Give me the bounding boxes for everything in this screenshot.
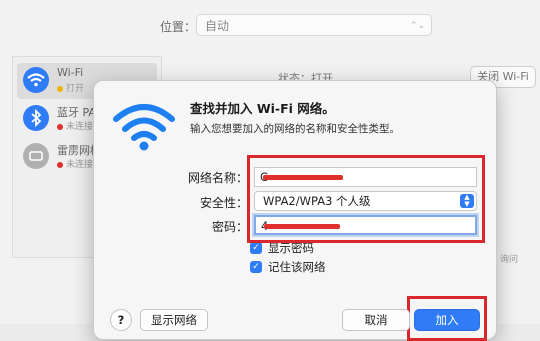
- remember-network-checkbox-row[interactable]: ✓ 记住该网络: [250, 259, 326, 275]
- checkmark-icon[interactable]: ✓: [250, 261, 262, 273]
- location-value: 自动: [205, 19, 230, 33]
- dialog-title: 查找并加入 Wi-Fi 网络。: [190, 101, 335, 116]
- network-name-label: 网络名称：: [187, 171, 248, 185]
- remember-network-label: 记住该网络: [268, 260, 326, 274]
- sidebar-item-status: 未连接: [57, 157, 93, 170]
- join-button[interactable]: 加入: [414, 309, 480, 331]
- help-button[interactable]: ?: [110, 309, 132, 331]
- sidebar-item-status: 打开: [57, 81, 84, 94]
- location-select[interactable]: 自动 ⌃⌄: [196, 14, 432, 36]
- dialog-subtitle: 输入您想要加入的网络的名称和安全性类型。: [190, 123, 400, 135]
- sidebar-item-name: Wi-Fi: [57, 66, 84, 79]
- bluetooth-icon: [23, 105, 49, 131]
- status-dot-icon: [57, 161, 63, 168]
- location-label: 位置：: [160, 20, 197, 34]
- chevron-updown-icon: ⌃⌄: [409, 21, 425, 31]
- wifi-icon: [112, 99, 176, 155]
- ask-text: 询问: [500, 255, 519, 265]
- cancel-button[interactable]: 取消: [342, 309, 410, 331]
- sidebar-item-status: 未连接: [57, 119, 93, 132]
- status-dot-icon: [57, 85, 63, 92]
- security-label: 安全性：: [199, 196, 248, 210]
- wifi-icon: [23, 67, 49, 93]
- checkmark-icon[interactable]: ✓: [250, 242, 262, 254]
- join-wifi-dialog: 查找并加入 Wi-Fi 网络。 输入您想要加入的网络的名称和安全性类型。 网络名…: [93, 80, 497, 341]
- show-networks-button[interactable]: 显示网络: [140, 309, 208, 331]
- password-label: 密码：: [211, 220, 248, 234]
- status-dot-icon: [57, 123, 63, 130]
- thunderbolt-bridge-icon: [23, 143, 49, 169]
- annotation-highlight-fields: [247, 155, 485, 243]
